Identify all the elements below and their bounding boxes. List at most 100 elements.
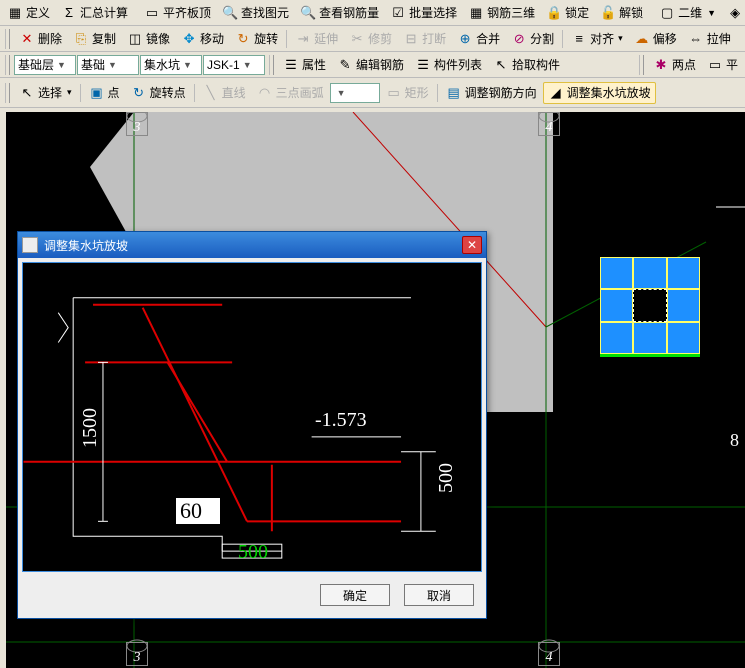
rotate-point-icon: ↻ (131, 85, 147, 101)
point-button[interactable]: ▣点 (84, 82, 125, 104)
find-elem-button[interactable]: 🔍查找图元 (217, 2, 294, 24)
stretch-button[interactable]: ⇔拉伸 (683, 28, 736, 50)
trim-icon: ✂ (349, 31, 365, 47)
align-button[interactable]: ≡对齐▾ (566, 28, 628, 50)
select-button[interactable]: ↖选择▾ (14, 82, 77, 104)
pick-icon: ↖ (493, 57, 509, 73)
grip-icon (639, 55, 644, 75)
axis-marker-3: 3 (126, 112, 148, 136)
split-button[interactable]: ⊘分割 (506, 28, 559, 50)
property-button[interactable]: ☰属性 (278, 54, 331, 76)
rect-icon: ▭ (386, 85, 402, 101)
slope-icon: ◢ (548, 85, 564, 101)
line-button: ╲直线 (198, 82, 251, 104)
line-icon: ╲ (203, 85, 219, 101)
axis-marker-4b: 4 (538, 642, 560, 666)
multi-select-icon: ☑ (390, 5, 406, 21)
rotate-button[interactable]: ↻旋转 (230, 28, 283, 50)
dialog-title: 调整集水坑放坡 (44, 237, 128, 254)
property-icon: ☰ (283, 57, 299, 73)
sigma-icon: Σ (61, 5, 77, 21)
isometric-button[interactable]: ◈俯视 (722, 2, 745, 24)
shape-dropdown: ▼ (330, 83, 380, 103)
axis-marker-4: 4 (538, 112, 560, 136)
direction-icon: ▤ (446, 85, 462, 101)
view2d-dropdown[interactable]: ▢二维▼ (654, 2, 721, 24)
move-button[interactable]: ✥移动 (176, 28, 229, 50)
two-point-button[interactable]: ✱两点 (648, 54, 701, 76)
lock-icon: 🔒 (546, 5, 562, 21)
rebar-3d-button[interactable]: ▦钢筋三维 (463, 2, 540, 24)
view2d-icon: ▢ (659, 5, 675, 21)
extend-button: ⇥延伸 (290, 28, 343, 50)
list-icon: ☰ (415, 57, 431, 73)
sum-calc-button[interactable]: Σ汇总计算 (56, 2, 133, 24)
pick-member-button[interactable]: ↖拾取构件 (488, 54, 565, 76)
grip-icon (269, 55, 274, 75)
two-point-icon: ✱ (653, 57, 669, 73)
delete-button[interactable]: ✕删除 (14, 28, 67, 50)
check-rebar-button[interactable]: 🔍查看钢筋量 (295, 2, 384, 24)
mirror-button[interactable]: ◫镜像 (122, 28, 175, 50)
align-icon: ≡ (571, 31, 587, 47)
right-num: 8 (730, 430, 739, 451)
unlock-button[interactable]: 🔓解锁 (595, 2, 648, 24)
dialog-canvas: 1500 500 500 -1.573 (22, 262, 482, 572)
code-dropdown[interactable]: JSK-1▼ (203, 55, 265, 75)
grip-icon (5, 83, 10, 103)
copy-icon: ⎘ (73, 31, 89, 47)
adjust-sump-slope-button[interactable]: ◢调整集水坑放坡 (543, 82, 656, 104)
define-button[interactable]: ▦定义 (2, 2, 55, 24)
arc-icon: ◠ (257, 85, 273, 101)
ruler-icon: 🔍 (300, 5, 316, 21)
type-dropdown[interactable]: 集水坑▼ (140, 55, 202, 75)
search-icon: 🔍 (222, 5, 238, 21)
rect-button: ▭矩形 (381, 82, 434, 104)
grid3d-icon: ▦ (468, 5, 484, 21)
category-dropdown[interactable]: 基础▼ (77, 55, 139, 75)
merge-button[interactable]: ⊕合并 (452, 28, 505, 50)
point-icon: ▣ (89, 85, 105, 101)
grip-icon (5, 55, 10, 75)
align-top-button[interactable]: ▭平齐板顶 (139, 2, 216, 24)
grip-icon (5, 29, 10, 49)
copy-button[interactable]: ⎘复制 (68, 28, 121, 50)
grid-icon: ▦ (7, 5, 23, 21)
move-icon: ✥ (181, 31, 197, 47)
dialog-icon (22, 237, 38, 253)
break-icon: ⊟ (403, 31, 419, 47)
offset-button[interactable]: ☁偏移 (629, 28, 682, 50)
dim-slope: -1.573 (315, 409, 367, 432)
rotate-icon: ↻ (235, 31, 251, 47)
dim-1500: 1500 (79, 408, 102, 448)
member-list-button[interactable]: ☰构件列表 (410, 54, 487, 76)
ok-button[interactable]: 确定 (320, 584, 390, 606)
rotate-point-button[interactable]: ↻旋转点 (126, 82, 191, 104)
parallel-button[interactable]: ▭平 (702, 54, 743, 76)
batch-select-button[interactable]: ☑批量选择 (385, 2, 462, 24)
iso-icon: ◈ (727, 5, 743, 21)
close-button[interactable]: ✕ (462, 236, 482, 254)
edit-rebar-button[interactable]: ✎编辑钢筋 (332, 54, 409, 76)
edit-icon: ✎ (337, 57, 353, 73)
mirror-icon: ◫ (127, 31, 143, 47)
adjust-sump-dialog: 调整集水坑放坡 ✕ (17, 231, 487, 619)
merge-icon: ⊕ (457, 31, 473, 47)
cancel-button[interactable]: 取消 (404, 584, 474, 606)
delete-icon: ✕ (19, 31, 35, 47)
arc3p-button: ◠三点画弧 (252, 82, 329, 104)
lock-button[interactable]: 🔒锁定 (541, 2, 594, 24)
dialog-titlebar[interactable]: 调整集水坑放坡 ✕ (18, 232, 486, 258)
floor-dropdown[interactable]: 基础层▼ (14, 55, 76, 75)
parallel-icon: ▭ (707, 57, 723, 73)
minimap-grid (600, 257, 700, 357)
align-icon: ▭ (144, 5, 160, 21)
dim-500v: 500 (435, 463, 458, 493)
axis-marker-3b: 3 (126, 642, 148, 666)
adjust-rebar-dir-button[interactable]: ▤调整钢筋方向 (441, 82, 542, 104)
unlock-icon: 🔓 (600, 5, 616, 21)
extend-icon: ⇥ (295, 31, 311, 47)
angle-input[interactable] (175, 497, 221, 525)
cursor-icon: ↖ (19, 85, 35, 101)
trim-button: ✂修剪 (344, 28, 397, 50)
